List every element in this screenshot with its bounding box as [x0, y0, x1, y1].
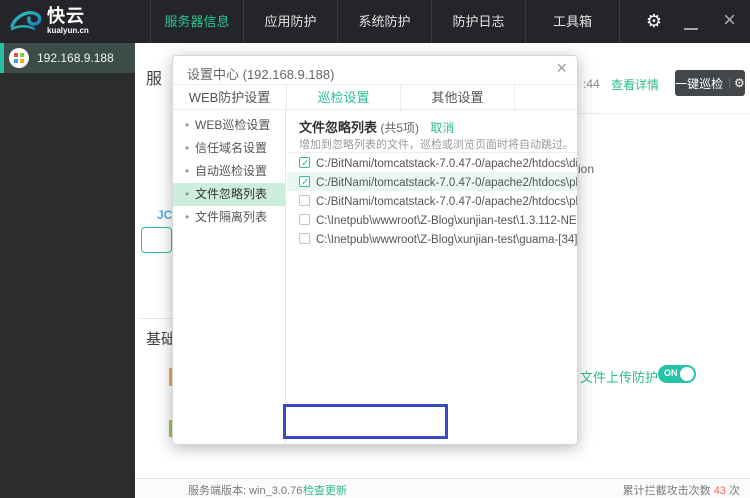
scan-settings-gear-icon[interactable]: ⚙ — [734, 76, 745, 90]
window-close-icon[interactable]: × — [723, 7, 736, 33]
one-key-scan-button[interactable]: 一键巡检 | ⚙ — [675, 70, 745, 96]
background-section-divider — [140, 318, 172, 319]
status-bar: 服务端版本: win_3.0.76 检查更新 累计拦截攻击次数 43 次 — [135, 478, 750, 498]
bullet-icon: • — [185, 141, 190, 155]
minimize-button[interactable] — [684, 28, 698, 30]
file-row[interactable]: C:\Inetpub\wwwroot\Z-Blog\xunjian-test\g… — [287, 229, 577, 248]
menu-item-file-quarantine-list[interactable]: • 文件隔离列表 — [173, 206, 285, 229]
server-ip-label: 192.168.9.188 — [37, 51, 114, 65]
page-heading-partial: 服 — [146, 71, 163, 88]
check-update-link[interactable]: 检查更新 — [303, 482, 347, 498]
menu-item-file-ignore-list[interactable]: • 文件忽略列表 — [173, 183, 285, 206]
menu-item-auto-scan[interactable]: • 自动巡检设置 — [173, 160, 285, 183]
checkbox-checked-icon[interactable] — [299, 154, 310, 172]
menu-item-label: 信任域名设置 — [195, 141, 268, 155]
checkbox-unchecked-icon[interactable] — [299, 233, 310, 244]
dialog-close-icon[interactable]: × — [556, 58, 567, 79]
menu-item-web-scan[interactable]: • WEB巡检设置 — [173, 114, 285, 137]
tab-other-settings[interactable]: 其他设置 — [401, 85, 515, 111]
dialog-title: 设置中心 (192.168.9.188) — [187, 67, 335, 82]
selected-accent-bar — [0, 43, 4, 73]
nav-tab-protection-log[interactable]: 防护日志 — [432, 0, 526, 43]
file-row[interactable]: C:/BitNami/tomcatstack-7.0.47-0/apache2/… — [287, 153, 577, 172]
background-divider — [578, 113, 750, 114]
file-ignore-list: C:/BitNami/tomcatstack-7.0.47-0/apache2/… — [287, 152, 577, 248]
brand-name: 快云 — [47, 6, 85, 26]
app-window: 快云 kualyun.cn 服务器信息 应用防护 系统防护 防护日志 工具箱 ⚙… — [0, 0, 750, 498]
attack-counter: 累计拦截攻击次数 43 次 — [623, 482, 740, 498]
attack-count-value: 43 — [713, 485, 726, 497]
server-sidebar: 192.168.9.188 — [0, 43, 135, 498]
content-description: 增加到忽略列表的文件，巡检或浏览页面时将自动跳过。 — [299, 139, 574, 151]
toggle-knob — [680, 367, 694, 381]
upload-protection-toggle[interactable]: ON — [658, 365, 696, 383]
bullet-icon: • — [185, 118, 190, 132]
dialog-tabs: WEB防护设置 巡检设置 其他设置 — [173, 84, 577, 111]
menu-item-trusted-domain[interactable]: • 信任域名设置 — [173, 137, 285, 160]
windows-os-icon — [9, 48, 29, 68]
button-divider: | — [728, 77, 732, 89]
content-title: 文件忽略列表 — [299, 120, 378, 135]
menu-item-label: 文件忽略列表 — [195, 187, 268, 201]
upload-protection-label: 文件上传防护 — [580, 370, 659, 385]
file-path: C:/BitNami/tomcatstack-7.0.47-0/apache2/… — [316, 196, 577, 208]
server-version-label: 服务端版本: win_3.0.76 — [188, 485, 303, 497]
menu-item-label: 自动巡检设置 — [195, 164, 268, 178]
nav-tab-toolbox[interactable]: 工具箱 — [526, 0, 620, 43]
nav-tab-app-protection[interactable]: 应用防护 — [244, 0, 338, 43]
brand-text: 快云 kualyun.cn — [47, 6, 89, 35]
settings-dialog: 设置中心 (192.168.9.188) × WEB防护设置 巡检设置 其他设置… — [172, 55, 578, 445]
settings-gear-icon[interactable]: ⚙ — [646, 11, 662, 31]
nav-tab-server-info[interactable]: 服务器信息 — [150, 0, 244, 43]
titlebar: 快云 kualyun.cn 服务器信息 应用防护 系统防护 防护日志 工具箱 ⚙… — [0, 0, 750, 43]
main-nav: 服务器信息 应用防护 系统防护 防护日志 工具箱 — [150, 0, 620, 43]
scan-time-partial: :44 — [583, 77, 600, 91]
file-row[interactable]: C:/BitNami/tomcatstack-7.0.47-0/apache2/… — [287, 172, 577, 191]
checkbox-checked-icon[interactable] — [299, 173, 310, 191]
file-row[interactable]: C:\Inetpub\wwwroot\Z-Blog\xunjian-test\1… — [287, 210, 577, 229]
bullet-icon: • — [185, 164, 190, 178]
cancel-link[interactable]: 取消 — [430, 121, 454, 135]
tab-scan-settings[interactable]: 巡检设置 — [287, 85, 401, 111]
content-header: 文件忽略列表 (共5项) 取消 — [299, 117, 454, 136]
menu-item-label: WEB巡检设置 — [195, 118, 271, 132]
view-details-link[interactable]: 查看详情 — [611, 76, 659, 93]
background-text-partial: ion — [578, 162, 595, 176]
bullet-icon: • — [185, 187, 190, 201]
background-outlined-box — [141, 227, 172, 253]
checkbox-unchecked-icon[interactable] — [299, 195, 310, 206]
file-path: C:\Inetpub\wwwroot\Z-Blog\xunjian-test\1… — [316, 215, 577, 227]
bullet-icon: • — [185, 210, 190, 224]
attack-count-unit: 次 — [725, 485, 740, 497]
sidebar-item-server[interactable]: 192.168.9.188 — [0, 43, 135, 73]
background-jc-label: JC — [157, 208, 173, 222]
file-path: C:/BitNami/tomcatstack-7.0.47-0/apache2/… — [316, 177, 577, 189]
checkbox-unchecked-icon[interactable] — [299, 214, 310, 225]
dialog-content: 文件忽略列表 (共5项) 取消 增加到忽略列表的文件，巡检或浏览页面时将自动跳过… — [287, 110, 577, 445]
kuaiyun-logo-icon — [10, 11, 42, 31]
dialog-side-menu: • WEB巡检设置 • 信任域名设置 • 自动巡检设置 • 文件忽略列表 • 文件隔离列表 — [173, 110, 286, 445]
nav-tab-system-protection[interactable]: 系统防护 — [338, 0, 432, 43]
tab-web-protection[interactable]: WEB防护设置 — [173, 85, 287, 111]
file-row[interactable]: C:/BitNami/tomcatstack-7.0.47-0/apache2/… — [287, 191, 577, 210]
brand-domain: kualyun.cn — [47, 26, 89, 35]
attack-counter-label: 累计拦截攻击次数 — [622, 485, 714, 497]
file-path: C:/BitNami/tomcatstack-7.0.47-0/apache2/… — [316, 158, 577, 170]
menu-item-label: 文件隔离列表 — [195, 210, 268, 224]
scan-button-label: 一键巡检 — [675, 76, 724, 91]
toggle-on-label: ON — [664, 368, 678, 378]
content-count: (共5项) — [380, 121, 420, 135]
file-path: C:\Inetpub\wwwroot\Z-Blog\xunjian-test\g… — [316, 234, 577, 246]
